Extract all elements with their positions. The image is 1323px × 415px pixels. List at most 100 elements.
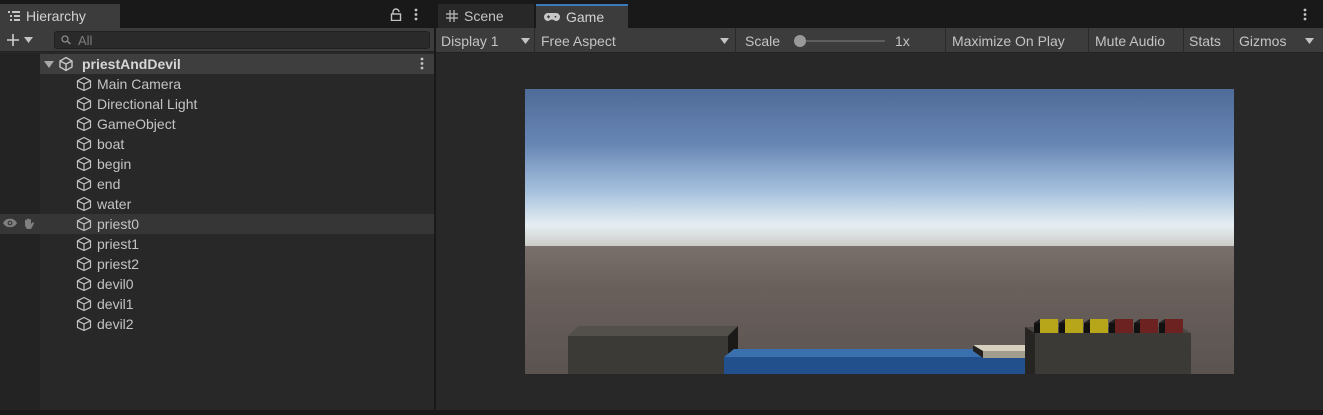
bottom-edge <box>0 410 1323 415</box>
devil-cube <box>1109 319 1133 333</box>
hierarchy-row-label: Directional Light <box>97 96 198 112</box>
game-panel: Scene Game Display 1 Free Aspect Scale 1… <box>436 0 1323 410</box>
search-icon <box>61 35 72 45</box>
hierarchy-row[interactable]: devil1 <box>0 294 434 314</box>
hierarchy-row-label: water <box>97 196 132 212</box>
hierarchy-row-label: priest1 <box>97 236 140 252</box>
scale-slider-track[interactable] <box>795 40 885 42</box>
gameobject-cube-icon <box>76 216 92 232</box>
begin-shore <box>568 326 738 374</box>
hierarchy-toolbar <box>0 28 434 52</box>
kebab-menu-icon[interactable] <box>414 8 418 21</box>
display-label: Display 1 <box>441 32 499 49</box>
priest-cube <box>1034 319 1058 333</box>
gameobject-cube-icon <box>76 96 92 112</box>
gizmos-label: Gizmos <box>1239 32 1287 49</box>
scene-header-row[interactable]: priestAndDevil <box>40 54 434 74</box>
tab-scene[interactable]: Scene <box>438 4 534 28</box>
gameobject-cube-icon <box>76 256 92 272</box>
devil-cube <box>1134 319 1158 333</box>
priest-cube <box>1084 319 1108 333</box>
hierarchy-row[interactable]: Main Camera <box>0 74 434 94</box>
stats-label: Stats <box>1189 32 1221 49</box>
hierarchy-row[interactable]: end <box>0 174 434 194</box>
game-viewport[interactable] <box>525 89 1234 374</box>
dropdown-arrow-icon <box>521 38 530 44</box>
gameobject-cube-icon <box>76 76 92 92</box>
tab-scene-label: Scene <box>464 8 504 24</box>
hierarchy-row-label: boat <box>97 136 125 152</box>
hierarchy-row-label: end <box>97 176 121 192</box>
hierarchy-row[interactable]: priest1 <box>0 234 434 254</box>
gizmos-dropdown[interactable]: Gizmos <box>1235 28 1323 53</box>
hierarchy-row-label: priest2 <box>97 256 140 272</box>
scale-value: 1x <box>895 33 910 49</box>
gameobject-cube-icon <box>76 276 92 292</box>
priest-cube <box>1059 319 1083 333</box>
hierarchy-row[interactable]: priest0 <box>0 214 434 234</box>
hierarchy-row[interactable]: priest2 <box>0 254 434 274</box>
gameobject-cube-icon <box>76 316 92 332</box>
lock-icon[interactable] <box>390 8 402 21</box>
game-tab-bar: Scene Game <box>436 0 1323 28</box>
gameobject-cube-icon <box>76 176 92 192</box>
end-shore <box>1025 327 1191 374</box>
game-controller-icon <box>544 12 560 22</box>
devil-cube <box>1159 319 1183 333</box>
dropdown-arrow-icon <box>720 38 729 44</box>
tab-game-label: Game <box>566 9 605 25</box>
scene-objects <box>568 319 1191 374</box>
display-dropdown[interactable]: Display 1 <box>436 28 535 53</box>
hierarchy-row-label: devil2 <box>97 316 134 332</box>
tab-game[interactable]: Game <box>536 4 628 28</box>
aspect-label: Free Aspect <box>541 32 616 49</box>
hierarchy-row[interactable]: boat <box>0 134 434 154</box>
scene-grid-icon <box>446 10 458 22</box>
search-input[interactable] <box>78 32 408 48</box>
pickable-hand-icon[interactable] <box>22 217 36 231</box>
scene-kebab-menu-icon[interactable] <box>420 57 424 70</box>
hierarchy-row-label: devil0 <box>97 276 134 292</box>
game-toolbar: Display 1 Free Aspect Scale 1x Maximize … <box>436 28 1323 53</box>
hierarchy-row-label: begin <box>97 156 132 172</box>
gameobject-cube-icon <box>76 156 92 172</box>
dropdown-arrow-icon <box>1305 38 1314 44</box>
scene-name: priestAndDevil <box>82 56 181 72</box>
hierarchy-row-label: devil1 <box>97 296 134 312</box>
scale-control: Scale 1x <box>737 28 946 53</box>
maximize-on-play-label: Maximize On Play <box>952 32 1065 49</box>
gameobject-cube-icon <box>76 116 92 132</box>
scale-label: Scale <box>745 32 781 49</box>
tab-hierarchy-label: Hierarchy <box>26 8 86 24</box>
gameobject-cube-icon <box>76 296 92 312</box>
scale-slider-thumb[interactable] <box>794 35 806 47</box>
game-kebab-menu-icon[interactable] <box>1303 8 1307 21</box>
hierarchy-row[interactable]: Directional Light <box>0 94 434 114</box>
stats-toggle[interactable]: Stats <box>1185 28 1234 53</box>
hierarchy-tab-bar: Hierarchy <box>0 0 434 28</box>
mute-audio-label: Mute Audio <box>1095 32 1166 49</box>
gameobject-cube-icon <box>76 136 92 152</box>
expand-arrow-icon[interactable] <box>44 61 54 68</box>
gameobject-cube-icon <box>76 196 92 212</box>
hierarchy-row[interactable]: begin <box>0 154 434 174</box>
maximize-on-play-toggle[interactable]: Maximize On Play <box>947 28 1089 53</box>
add-icon <box>6 33 20 47</box>
dropdown-arrow-icon <box>24 37 33 43</box>
hierarchy-row[interactable]: GameObject <box>0 114 434 134</box>
aspect-dropdown[interactable]: Free Aspect <box>536 28 736 53</box>
tab-hierarchy[interactable]: Hierarchy <box>0 4 120 28</box>
visibility-eye-icon[interactable] <box>2 218 18 228</box>
gameobject-cube-icon <box>76 236 92 252</box>
hierarchy-row[interactable]: devil2 <box>0 314 434 334</box>
create-dropdown-button[interactable] <box>6 31 42 49</box>
hierarchy-row-label: Main Camera <box>97 76 182 92</box>
hierarchy-search[interactable] <box>54 31 430 49</box>
hierarchy-row[interactable]: water <box>0 194 434 214</box>
mute-audio-toggle[interactable]: Mute Audio <box>1090 28 1184 53</box>
hierarchy-row-label: priest0 <box>97 216 140 232</box>
hierarchy-row[interactable]: devil0 <box>0 274 434 294</box>
hierarchy-row-label: GameObject <box>97 116 176 132</box>
hierarchy-list-icon <box>8 10 20 22</box>
hierarchy-panel: Hierarchy All priestAndDevil Main Camera… <box>0 0 434 410</box>
